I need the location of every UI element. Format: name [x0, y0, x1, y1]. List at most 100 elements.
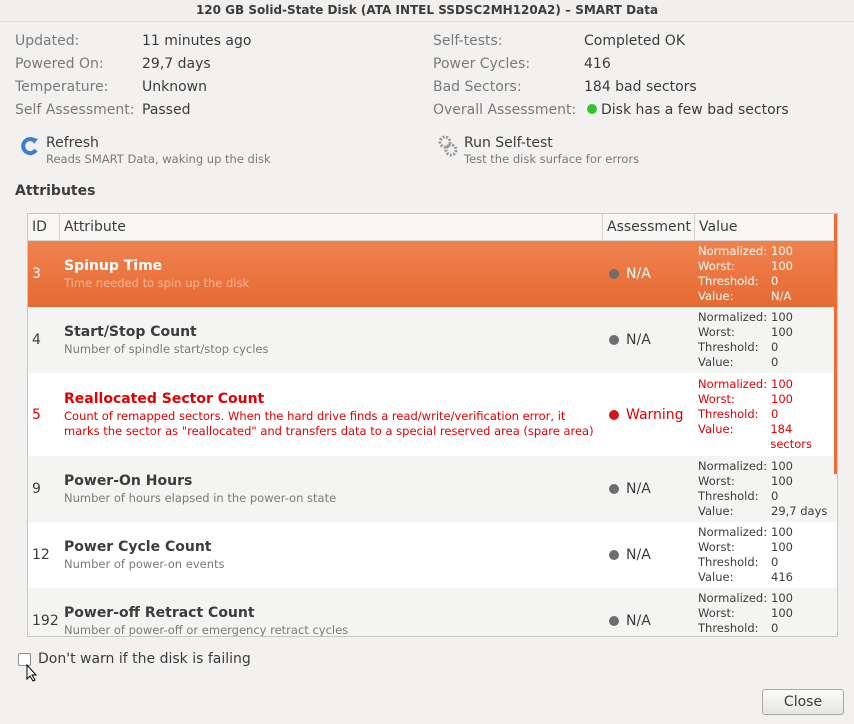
value-label: Worst:: [698, 540, 735, 554]
attributes-table: ID Attribute Assessment Value 3 Spinup Ti…: [27, 213, 838, 637]
table-row[interactable]: 5 Reallocated Sector Count Count of remapp…: [28, 373, 837, 456]
table-row[interactable]: 3 Spinup Time Time needed to spin up the d…: [28, 241, 837, 307]
value-label: Worst:: [698, 606, 735, 620]
value-threshold: Threshold: 0: [698, 274, 837, 289]
attribute-description: Number of spindle start/stop cycles: [64, 341, 269, 356]
value-label: Threshold:: [698, 555, 759, 569]
assessment-cell: N/A: [603, 307, 695, 373]
value-number: 184 sectors: [770, 422, 812, 451]
attribute-id: 4: [32, 332, 41, 348]
assessment-dot-icon: [609, 409, 619, 420]
assessment-text: N/A: [626, 481, 651, 497]
value-label: Value:: [698, 355, 734, 369]
value-label: Threshold:: [698, 489, 759, 503]
table-row[interactable]: 4 Start/Stop Count Number of spindle start…: [28, 307, 837, 373]
value-label: Value:: [698, 422, 734, 436]
attribute-cell: Power-off Retract Count Number of power-o…: [60, 588, 603, 637]
info-label: Bad Sectors:: [433, 79, 522, 95]
value-worst: Worst: 100: [698, 392, 837, 407]
value-label: Normalized:: [698, 459, 768, 473]
info-label: Self-tests:: [433, 33, 503, 49]
assessment-cell: N/A: [603, 588, 695, 636]
attribute-id: 192: [32, 613, 59, 629]
attribute-id: 12: [32, 547, 50, 563]
attribute-id: 3: [32, 266, 41, 282]
attribute-id: 5: [32, 406, 41, 423]
value-number: 100: [771, 244, 793, 258]
self-test-subtitle: Test the disk surface for errors: [464, 152, 640, 166]
table-row[interactable]: 192 Power-off Retract Count Number of powe…: [28, 588, 837, 637]
assessment-dot-icon: [609, 269, 619, 279]
header-attribute[interactable]: Attribute: [60, 214, 603, 240]
header-value[interactable]: Value: [695, 214, 837, 240]
attribute-cell: Start/Stop Count Number of spindle start/…: [60, 307, 603, 373]
value-label: Threshold:: [698, 340, 759, 354]
run-self-test-button[interactable]: Run Self-test Test the disk surface for …: [438, 135, 640, 166]
attribute-name: Power Cycle Count: [64, 538, 212, 555]
info-value-text: Completed OK: [584, 33, 686, 49]
value-label: Value:: [698, 289, 734, 303]
info-value-text: Disk has a few bad sectors: [601, 102, 789, 118]
value-worst: Worst: 100: [698, 474, 837, 489]
value-label: Threshold:: [698, 407, 759, 421]
value-normalized: Normalized: 100: [698, 377, 837, 392]
attribute-name: Start/Stop Count: [64, 323, 197, 340]
value-cell: Normalized: 100 Worst: 100 Threshold: 0 Value:…: [695, 522, 837, 588]
value-worst: Worst: 100: [698, 606, 837, 621]
info-label: Powered On:: [15, 56, 104, 72]
value-label: Normalized:: [698, 377, 768, 391]
window-title: 120 GB Solid-State Disk (ATA INTEL SSDSC…: [0, 0, 854, 22]
value-cell: Normalized:100Worst:100Threshold:0Value:: [695, 588, 837, 637]
value-cell: Normalized: 100 Worst: 100 Threshold: 0 Value:…: [695, 241, 837, 307]
value-number: 100: [771, 525, 793, 539]
info-label: Overall Assessment:: [433, 102, 577, 118]
value-threshold: Threshold: 0: [698, 407, 837, 422]
value-cell: Normalized: 100 Worst: 100 Threshold: 0 Value:…: [695, 456, 837, 522]
assessment-dot-icon: [609, 335, 619, 345]
header-assessment[interactable]: Assessment: [603, 214, 695, 240]
info-label: Self Assessment:: [15, 102, 135, 118]
value-value: Value:: [698, 636, 837, 637]
attribute-description: Count of remapped sectors. When the hard…: [64, 408, 594, 438]
info-label: Temperature:: [15, 79, 109, 95]
value-number: 100: [771, 591, 793, 605]
value-label: Normalized:: [698, 525, 768, 539]
assessment-text: N/A: [626, 266, 651, 282]
value-worst: Worst: 100: [698, 325, 837, 340]
attribute-cell: Reallocated Sector Count Count of remappe…: [60, 373, 603, 456]
info-value: Disk has a few bad sectors: [587, 102, 789, 118]
value-number: 100: [771, 474, 793, 488]
assessment-cell: N/A: [603, 522, 695, 588]
value-label: Value:: [698, 570, 734, 584]
assessment-text: N/A: [626, 613, 651, 629]
value-number: 100: [771, 540, 793, 554]
attribute-name: Spinup Time: [64, 257, 163, 274]
refresh-button[interactable]: Refresh Reads SMART Data, waking up the …: [21, 135, 271, 166]
value-label: Threshold:: [698, 621, 759, 635]
header-id[interactable]: ID: [28, 214, 60, 240]
value-number: 100: [771, 259, 793, 273]
value-label: Worst:: [698, 325, 735, 339]
attributes-heading: Attributes: [15, 183, 96, 199]
refresh-icon: [21, 137, 38, 156]
value-value: Value: N/A: [698, 289, 837, 304]
dont-warn-label[interactable]: Don't warn if the disk is failing: [38, 651, 251, 667]
value-cell: Normalized: 100 Worst: 100 Threshold: 0 Value:…: [695, 373, 837, 456]
info-value: 29,7 days: [142, 56, 211, 72]
value-normalized: Normalized: 100: [698, 525, 837, 540]
close-button[interactable]: Close: [762, 689, 844, 715]
attribute-cell: Power Cycle Count Number of power-on even…: [60, 522, 603, 588]
attribute-cell: Power-On Hours Number of hours elapsed in…: [60, 456, 603, 522]
value-number: 0: [771, 340, 779, 354]
value-normalized: Normalized: 100: [698, 591, 837, 606]
scrollbar[interactable]: [834, 214, 837, 474]
info-value: Passed: [142, 102, 191, 118]
value-value: Value: 416: [698, 570, 837, 585]
table-row[interactable]: 9 Power-On Hours Number of hours elapsed i…: [28, 456, 837, 522]
value-value: Value: 29,7 days: [698, 504, 837, 519]
gears-icon: [438, 135, 458, 157]
attribute-description: Number of power-off or emergency retract…: [64, 622, 349, 637]
table-row[interactable]: 12 Power Cycle Count Number of power-on ev…: [28, 522, 837, 588]
value-label: Worst:: [698, 392, 735, 406]
value-label: Threshold:: [698, 274, 759, 288]
